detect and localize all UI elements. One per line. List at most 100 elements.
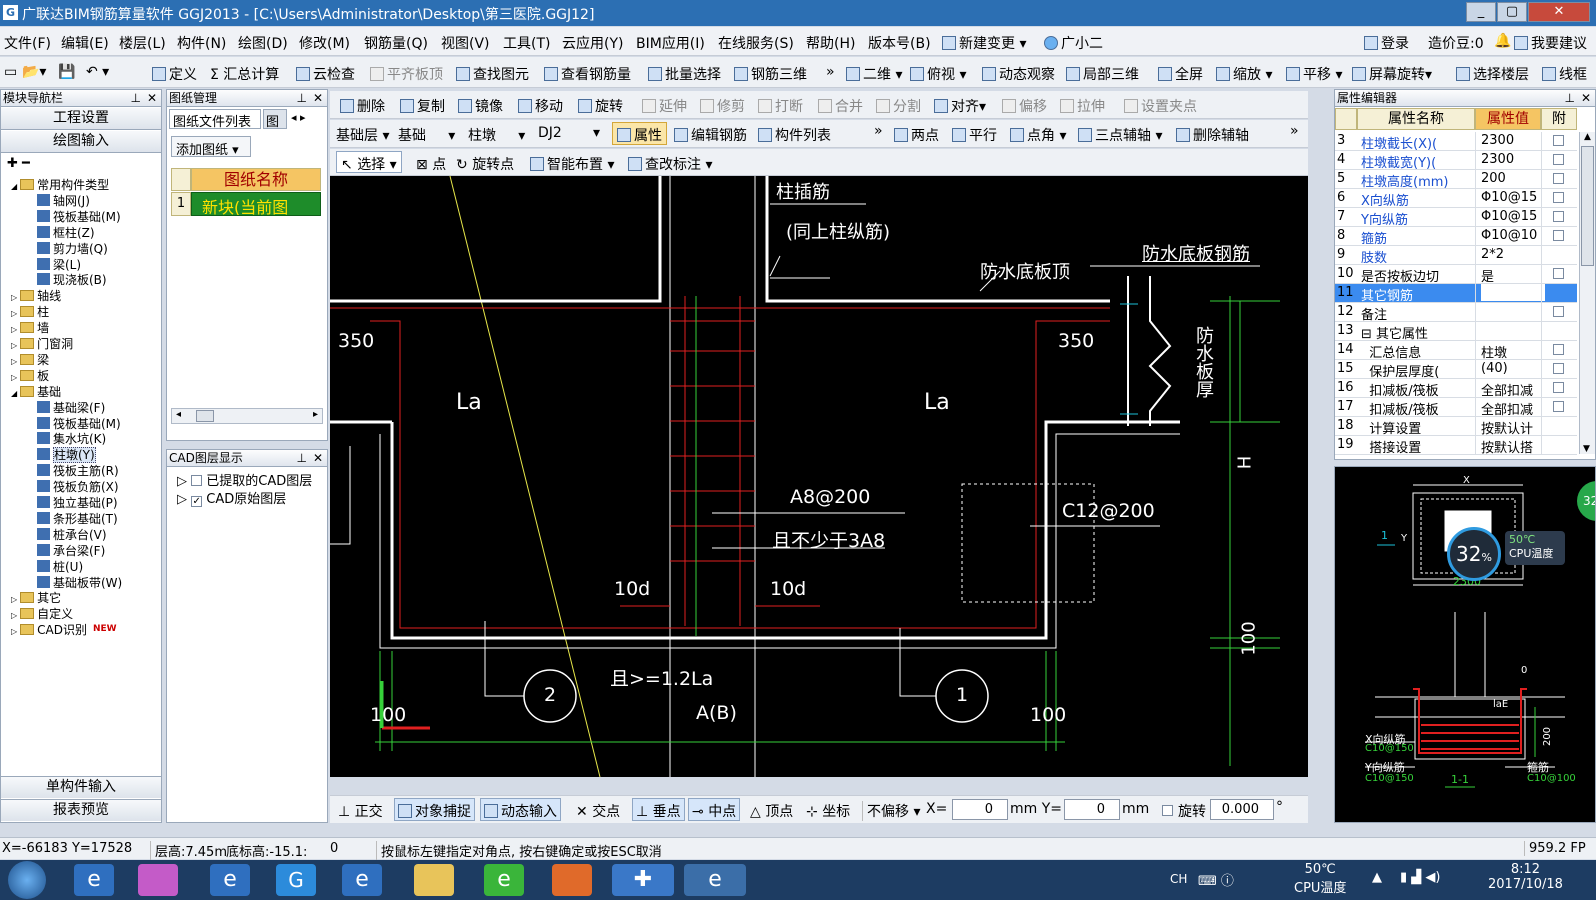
menu-floor[interactable]: 楼层(L) <box>119 33 166 53</box>
panel-close-icon[interactable]: ✕ <box>313 90 323 106</box>
tree-item[interactable]: ▷ 板 <box>11 367 49 384</box>
property-row[interactable]: 14 汇总信息 柱墩 <box>1335 341 1577 361</box>
three-point-axis-button[interactable]: 三点辅轴 ▾ <box>1078 125 1162 145</box>
property-value[interactable]: (40) <box>1481 361 1508 376</box>
ie3-icon[interactable]: e <box>684 864 746 896</box>
cad-canvas[interactable]: 柱插筋 (同上柱纵筋) 防水底板顶 防水底板钢筋 防水板厚 350 350 La… <box>330 176 1308 777</box>
top-view-button[interactable]: 俯视 ▾ <box>910 64 966 84</box>
expand-arrow-icon[interactable]: ▷ <box>11 595 17 604</box>
delete-button[interactable]: 删除 <box>340 96 385 116</box>
tree-item[interactable]: ◢ 常用构件类型 <box>11 176 109 193</box>
smart-layout-button[interactable]: 智能布置 ▾ <box>530 154 614 174</box>
property-row[interactable]: 18 计算设置 按默认计 <box>1335 417 1577 437</box>
drawing-row[interactable]: 新块(当前图 <box>191 192 321 216</box>
dynamic-input-toggle[interactable]: 动态输入 <box>480 798 561 821</box>
toolbar-more-icon[interactable]: » <box>874 123 883 139</box>
mirror-button[interactable]: 镜像 <box>458 96 503 116</box>
layer-checkbox[interactable]: ✓ <box>191 496 203 507</box>
property-row[interactable]: 19 搭接设置 按默认搭 <box>1335 436 1577 455</box>
menu-assistant[interactable]: 广小二 <box>1044 33 1103 53</box>
trim-button[interactable]: 修剪 <box>700 96 745 116</box>
keyboard-icon[interactable]: ⌨ ⓘ <box>1198 870 1234 889</box>
tree-item[interactable]: 筏板负筋(X) <box>37 478 119 495</box>
panel-close-icon[interactable]: ✕ <box>147 90 157 106</box>
split-button[interactable]: 分割 <box>876 96 921 116</box>
player-icon[interactable] <box>552 864 592 896</box>
expand-arrow-icon[interactable]: ▷ <box>11 357 17 366</box>
tree-item[interactable]: 桩承台(V) <box>37 526 107 543</box>
rotate-point-button[interactable]: ↻ 旋转点 <box>456 154 514 174</box>
attach-checkbox[interactable] <box>1553 344 1564 355</box>
perpendicular-snap[interactable]: ⊥ 垂点 <box>632 798 685 821</box>
property-row[interactable]: 12 备注 <box>1335 303 1577 323</box>
cloud-check-button[interactable]: 云检查 <box>296 64 355 84</box>
attach-checkbox[interactable] <box>1553 363 1564 374</box>
view-rebar-qty-button[interactable]: 查看钢筋量 <box>544 64 631 84</box>
minimize-button[interactable]: _ <box>1466 2 1496 22</box>
tree-item[interactable]: 独立基础(P) <box>37 494 118 511</box>
suggest-link[interactable]: 我要建议 <box>1514 33 1587 53</box>
green-browser-icon[interactable]: e <box>484 864 524 896</box>
offset-select[interactable]: 不偏移 ▾ <box>862 801 920 821</box>
expand-arrow-icon[interactable]: ▷ <box>11 309 17 318</box>
media-icon[interactable] <box>138 864 178 896</box>
menu-rebar[interactable]: 钢筋量(Q) <box>364 33 428 53</box>
midpoint-snap[interactable]: ⊸ 中点 <box>688 798 741 821</box>
property-row[interactable]: 9 肢数 2*2 <box>1335 246 1577 266</box>
modify-annotation-button[interactable]: 查改标注 ▾ <box>628 154 712 174</box>
property-value[interactable]: 按默认搭 <box>1481 437 1533 455</box>
edit-rebar-button[interactable]: 编辑钢筋 <box>674 125 747 145</box>
x-offset-input[interactable]: 0 <box>952 799 1008 820</box>
category-select[interactable]: 基础 ▾ <box>398 125 455 145</box>
properties-button[interactable]: 属性 <box>612 122 667 145</box>
property-value[interactable]: 200 <box>1481 171 1506 186</box>
property-value[interactable]: 按默认计 <box>1481 418 1533 437</box>
menu-cloud[interactable]: 云应用(Y) <box>562 33 623 53</box>
tree-item[interactable]: 筏板基础(M) <box>37 415 121 432</box>
v-scrollbar[interactable]: ▲ ▼ <box>1579 132 1595 454</box>
menu-draw[interactable]: 绘图(D) <box>238 33 288 53</box>
layer-original[interactable]: ▷ ✓ CAD原始图层 <box>177 488 286 507</box>
property-row[interactable]: 17 扣减板/筏板 全部扣减 <box>1335 398 1577 418</box>
menu-view[interactable]: 视图(V) <box>441 33 490 53</box>
menu-edit[interactable]: 编辑(E) <box>61 33 109 53</box>
attach-checkbox[interactable] <box>1553 401 1564 412</box>
rebar-3d-button[interactable]: 钢筋三维 <box>734 64 807 84</box>
tree-item[interactable]: ▷ 门窗洞 <box>11 335 73 352</box>
tree-item[interactable]: ▷ 柱 <box>11 303 49 320</box>
report-preview-button[interactable]: 报表预览 <box>1 799 161 821</box>
attach-checkbox[interactable] <box>1553 192 1564 203</box>
h-scrollbar[interactable]: ◂ ▸ <box>171 408 323 424</box>
toolbar-more-icon[interactable]: » <box>1290 123 1299 139</box>
tab-drawing[interactable]: 图纸 <box>263 109 287 129</box>
property-value[interactable]: 全部扣减 <box>1481 380 1533 399</box>
extend-button[interactable]: 延伸 <box>642 96 687 116</box>
copy-button[interactable]: 复制 <box>400 96 445 116</box>
orbit-button[interactable]: 动态观察 <box>982 64 1055 84</box>
login-link[interactable]: 登录 <box>1364 33 1409 53</box>
menu-version[interactable]: 版本号(B) <box>868 33 931 53</box>
tree-item[interactable]: ▷ 梁 <box>11 351 49 368</box>
property-value[interactable]: 全部扣减 <box>1481 399 1533 418</box>
property-row[interactable]: 6 X向纵筋 Φ10@15 <box>1335 189 1577 209</box>
project-settings-button[interactable]: 工程设置 <box>1 108 161 130</box>
expand-collapse-icon[interactable]: ✚ ━ <box>7 156 30 171</box>
merge-button[interactable]: 合并 <box>818 96 863 116</box>
expand-arrow-icon[interactable]: ◢ <box>11 182 17 191</box>
property-row[interactable]: 3 柱墩截长(X)(2300 <box>1335 132 1577 152</box>
intersection-snap[interactable]: ✕ 交点 <box>576 801 620 821</box>
menu-file[interactable]: 文件(F) <box>4 33 51 53</box>
select-tool-button[interactable]: ↖ 选择 ▾ <box>336 151 402 173</box>
tree-item[interactable]: ◢ 基础 <box>11 383 61 400</box>
point-tool-button[interactable]: ⊠ 点 <box>416 154 446 174</box>
screen-rotate-button[interactable]: 屏幕旋转▾ <box>1352 64 1432 84</box>
align-button[interactable]: 对齐▾ <box>934 96 986 116</box>
add-drawing-button[interactable]: 添加图纸 ▾ <box>171 136 251 158</box>
rotate-angle-input[interactable]: 0.000 <box>1210 799 1274 820</box>
tree-item[interactable]: 筏板主筋(R) <box>37 462 119 479</box>
pin-icon[interactable]: ⊥ <box>1565 90 1575 106</box>
expand-arrow-icon[interactable]: ◢ <box>11 389 17 398</box>
tree-item[interactable]: 柱墩(Y) <box>37 446 96 464</box>
bell-icon[interactable]: 🔔 <box>1494 33 1511 49</box>
tree-item[interactable]: 剪力墙(Q) <box>37 240 108 257</box>
